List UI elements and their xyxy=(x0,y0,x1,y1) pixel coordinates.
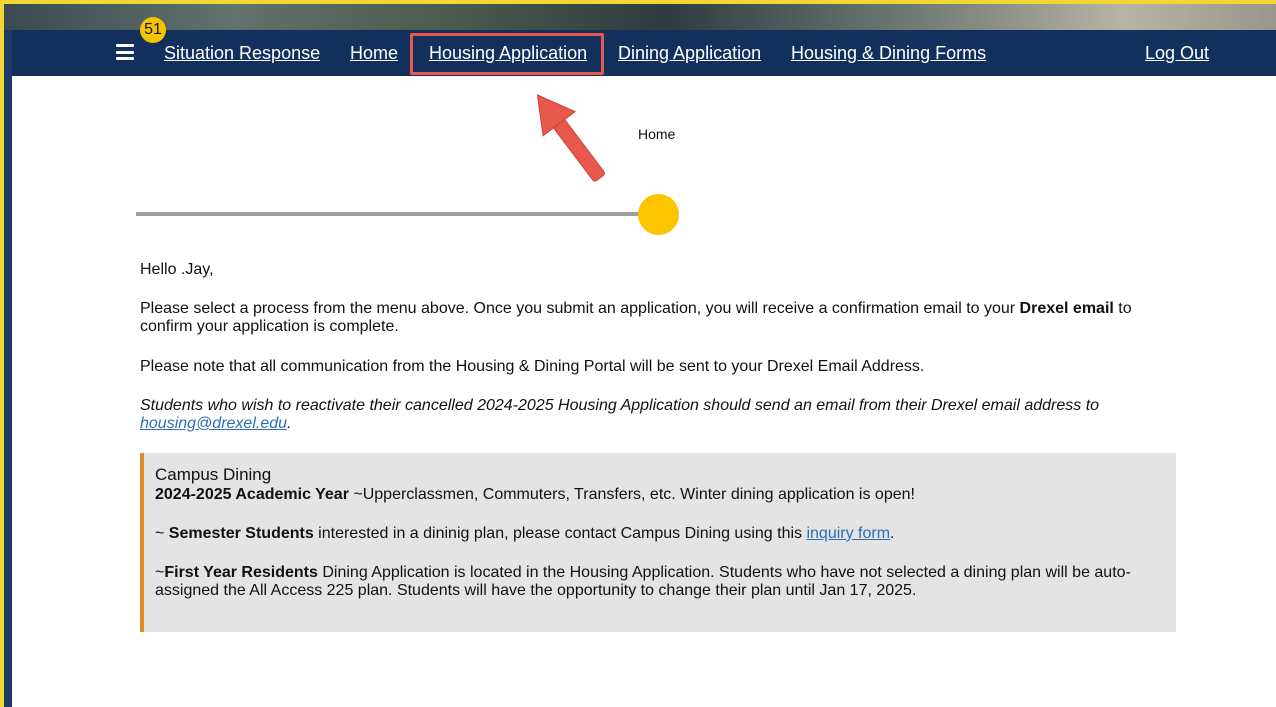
intro-paragraph: Please select a process from the menu ab… xyxy=(140,300,1180,336)
inquiry-form-link[interactable]: inquiry form xyxy=(806,525,890,542)
dining-first-year-text-line2: assigned the All Access 225 plan. Studen… xyxy=(155,582,917,599)
reactivate-text: Students who wish to reactivate their ca… xyxy=(140,397,1100,414)
breadcrumb-home: Home xyxy=(638,126,676,142)
housing-email-link[interactable]: housing@drexel.edu xyxy=(140,415,287,432)
progress-track xyxy=(136,212,656,216)
communication-note: Please note that all communication from … xyxy=(140,358,925,375)
nav-home[interactable]: Home xyxy=(350,43,398,64)
dining-academic-year: 2024-2025 Academic Year ~Upperclassmen, … xyxy=(155,486,915,504)
main-content: Home Hello .Jay, Please select a process… xyxy=(12,76,1276,707)
reactivate-note: Students who wish to reactivate their ca… xyxy=(140,397,1180,433)
nav-log-out[interactable]: Log Out xyxy=(1145,43,1209,64)
notification-badge: 51 xyxy=(140,17,166,43)
dining-first-year-prefix: ~ xyxy=(155,564,165,581)
dining-semester-text: interested in a dininig plan, please con… xyxy=(313,525,807,542)
dining-semester-students: ~ Semester Students interested in a dini… xyxy=(155,525,895,543)
intro-text-line2: confirm your application is complete. xyxy=(140,318,399,335)
nav-dining-application[interactable]: Dining Application xyxy=(618,43,761,64)
dining-semester-end: . xyxy=(890,525,895,542)
campus-dining-panel: Campus Dining 2024-2025 Academic Year ~U… xyxy=(140,453,1176,632)
intro-text-end: to xyxy=(1113,300,1132,317)
nav-situation-response[interactable]: Situation Response xyxy=(164,43,320,64)
dining-semester-bold: Semester Students xyxy=(168,525,314,542)
progress-indicator xyxy=(638,194,679,235)
dining-first-year: ~First Year Residents Dining Application… xyxy=(155,564,1170,600)
dining-year-bold: 2024-2025 Academic Year xyxy=(155,486,349,503)
top-navbar: Situation Response Home Housing Applicat… xyxy=(12,30,1276,76)
header-banner-image xyxy=(4,4,1276,30)
dining-first-year-text: Dining Application is located in the Hou… xyxy=(317,564,1131,581)
intro-bold-email: Drexel email xyxy=(1019,300,1114,317)
menu-icon[interactable] xyxy=(116,44,134,60)
reactivate-end: . xyxy=(287,415,292,432)
intro-text: Please select a process from the menu ab… xyxy=(140,300,1020,317)
nav-housing-dining-forms[interactable]: Housing & Dining Forms xyxy=(791,43,986,64)
dining-first-year-bold: First Year Residents xyxy=(164,564,318,581)
greeting: Hello .Jay, xyxy=(140,261,214,278)
campus-dining-title: Campus Dining xyxy=(155,465,272,484)
dining-semester-prefix: ~ xyxy=(155,525,169,542)
highlight-annotation-box xyxy=(410,33,604,75)
dining-year-text: ~Upperclassmen, Commuters, Transfers, et… xyxy=(348,486,915,503)
